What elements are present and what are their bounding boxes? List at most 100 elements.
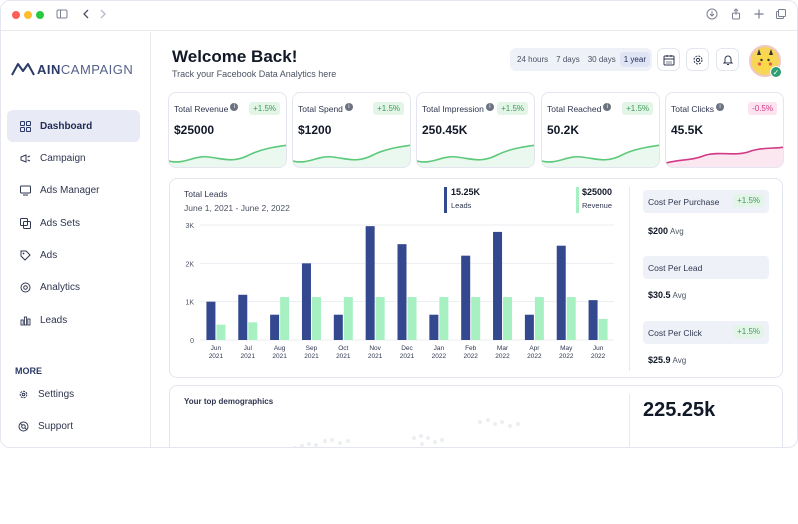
brand-main-text: AIN — [37, 61, 61, 77]
bar-revenue[interactable] — [280, 297, 290, 340]
brand-logo[interactable]: AIN CAMPAIGN — [11, 59, 133, 79]
sidebar-toggle-icon[interactable] — [56, 8, 68, 23]
sidebar-item-ads[interactable]: Ads — [7, 239, 140, 271]
kpi-card-total-spend[interactable]: Total Spend i +1.5% $1200 — [292, 92, 411, 168]
share-icon[interactable] — [730, 8, 742, 23]
bar-leads[interactable] — [270, 314, 280, 340]
kpi-change-badge: -0.5% — [748, 102, 777, 115]
bar-leads[interactable] — [588, 300, 598, 340]
leads-chart-card: Total Leads June 1, 2021 - June 2, 2022 … — [169, 178, 783, 378]
bar-leads[interactable] — [493, 231, 503, 340]
sidebar-item-ads-sets[interactable]: Ads Sets — [7, 207, 140, 239]
bar-revenue[interactable] — [311, 297, 321, 340]
bar-revenue[interactable] — [407, 297, 417, 340]
x-tick-label: 2021 — [336, 353, 351, 360]
bar-revenue[interactable] — [216, 324, 226, 340]
bar-revenue[interactable] — [503, 297, 513, 340]
kpi-card-total-impression[interactable]: Total Impression i +1.5% 250.45K — [416, 92, 535, 168]
bar-revenue[interactable] — [534, 297, 544, 340]
download-icon[interactable] — [706, 8, 718, 23]
sidebar-item-campaign[interactable]: Campaign — [7, 142, 140, 174]
calendar-icon — [663, 54, 674, 65]
forward-arrow-icon[interactable] — [98, 8, 108, 23]
sidebar-item-label: Campaign — [40, 152, 86, 164]
tag-icon — [19, 249, 31, 261]
zoom-window-button[interactable] — [36, 11, 44, 19]
sidebar-item-leads[interactable]: Leads — [7, 304, 140, 336]
bar-leads[interactable] — [301, 263, 311, 340]
sidebar-item-dashboard[interactable]: Dashboard — [7, 110, 140, 142]
support-icon — [17, 420, 29, 432]
grid-icon — [19, 120, 31, 132]
browser-window: AIN CAMPAIGN Dashboard Campaign Ads Mana… — [0, 0, 798, 448]
bar-revenue[interactable] — [343, 297, 353, 340]
kpi-card-total-revenue[interactable]: Total Revenue i +1.5% $25000 — [168, 92, 287, 168]
settings-button[interactable] — [686, 48, 709, 71]
x-tick-label: 2022 — [463, 353, 478, 360]
sidebar-item-analytics[interactable]: Analytics — [7, 271, 140, 303]
sidebar-item-label: Ads Sets — [40, 217, 81, 229]
range-30-days[interactable]: 30 days — [584, 52, 620, 67]
sidebar-item-label: Leads — [40, 314, 68, 326]
info-icon[interactable]: i — [715, 103, 724, 111]
sidebar-item-settings[interactable]: Settings — [5, 378, 138, 410]
info-icon[interactable]: i — [603, 103, 612, 111]
kpi-change-badge: +1.5% — [373, 102, 404, 115]
info-icon[interactable]: i — [485, 103, 494, 111]
monitor-icon — [19, 184, 31, 196]
x-tick-label: Jan — [434, 345, 445, 352]
minimize-window-button[interactable] — [24, 11, 32, 19]
kpi-card-total-clicks[interactable]: Total Clicks i -0.5% 45.5K — [665, 92, 784, 168]
kpi-card-total-reached[interactable]: Total Reached i +1.5% 50.2K — [541, 92, 660, 168]
calendar-button[interactable] — [657, 48, 680, 71]
bar-leads[interactable] — [333, 314, 343, 340]
sidebar-item-label: Ads Manager — [40, 184, 100, 196]
sidebar-item-ads-manager[interactable]: Ads Manager — [7, 174, 140, 206]
bar-leads[interactable] — [206, 301, 216, 340]
demographics-card: Your top demographics 225.25k — [169, 385, 783, 447]
bar-leads[interactable] — [365, 226, 375, 340]
new-tab-icon[interactable] — [753, 8, 765, 23]
range-1-year[interactable]: 1 year — [619, 52, 650, 67]
info-icon[interactable]: i — [344, 103, 353, 111]
range-24-hours[interactable]: 24 hours — [513, 52, 552, 67]
range-7-days[interactable]: 7 days — [552, 52, 584, 67]
bar-leads[interactable] — [238, 294, 248, 340]
cost-label-text: Cost Per Lead — [648, 262, 703, 273]
notifications-button[interactable] — [716, 48, 739, 71]
cost-unit: Avg — [672, 356, 687, 365]
demographics-total: 225.25k — [643, 399, 716, 421]
bar-revenue[interactable] — [375, 297, 385, 340]
y-tick-label: 3K — [185, 223, 194, 230]
x-tick-label: May — [560, 345, 573, 352]
kpi-value: $1200 — [298, 123, 332, 137]
back-arrow-icon[interactable] — [81, 8, 91, 23]
bar-revenue[interactable] — [566, 297, 576, 340]
bar-leads[interactable] — [429, 314, 439, 340]
info-icon[interactable]: i — [230, 103, 239, 111]
user-avatar[interactable]: ✓ — [749, 45, 782, 78]
sidebar-item-support[interactable]: Support — [5, 410, 138, 442]
x-tick-label: Oct — [338, 345, 348, 352]
kpi-value: 50.2K — [547, 123, 580, 137]
kpi-label-wrap: Total Spend i — [298, 103, 353, 114]
bar-revenue[interactable] — [471, 297, 481, 340]
bar-revenue[interactable] — [439, 297, 449, 340]
bar-leads[interactable] — [556, 245, 566, 340]
layers-icon — [19, 217, 31, 229]
close-window-button[interactable] — [12, 11, 20, 19]
tab-overview-icon[interactable] — [775, 8, 787, 23]
gear-icon — [693, 55, 702, 64]
kpi-label: Total Reached — [547, 104, 602, 114]
bar-leads[interactable] — [524, 314, 534, 340]
legend-swatch-revenue — [576, 187, 579, 213]
bar-leads[interactable] — [461, 255, 471, 340]
bar-revenue[interactable] — [598, 318, 608, 340]
legend-label-revenue: Revenue — [582, 201, 613, 210]
bar-revenue[interactable] — [248, 322, 258, 340]
cost-per-click-value: $25.9 Avg — [648, 355, 686, 365]
cost-change-badge: +1.5% — [733, 194, 764, 207]
sparkline — [666, 146, 783, 167]
legend-label-leads: Leads — [451, 201, 472, 210]
bar-leads[interactable] — [397, 244, 407, 340]
